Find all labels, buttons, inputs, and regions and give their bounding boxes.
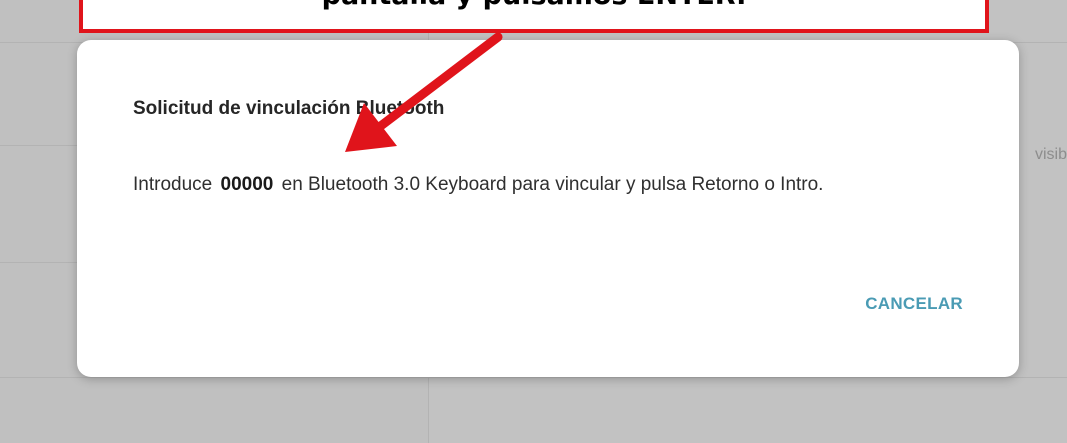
message-prefix: Introduce xyxy=(133,174,218,195)
tutorial-annotation-text: pantalla y pulsamos ENTER. xyxy=(83,0,985,11)
background-divider xyxy=(428,377,1067,378)
dialog-message: Introduce 00000 en Bluetooth 3.0 Keyboar… xyxy=(133,171,983,199)
pairing-code: 00000 xyxy=(218,171,276,199)
background-divider xyxy=(0,377,428,378)
dialog-title: Solicitud de vinculación Bluetooth xyxy=(133,98,445,119)
tutorial-annotation-box: pantalla y pulsamos ENTER. xyxy=(79,0,989,33)
background-visible-label: visib xyxy=(1034,146,1067,163)
bluetooth-pairing-dialog: Solicitud de vinculación Bluetooth Intro… xyxy=(77,40,1019,377)
message-suffix: en Bluetooth 3.0 Keyboard para vincular … xyxy=(276,174,824,195)
cancel-button[interactable]: CANCELAR xyxy=(865,290,963,318)
